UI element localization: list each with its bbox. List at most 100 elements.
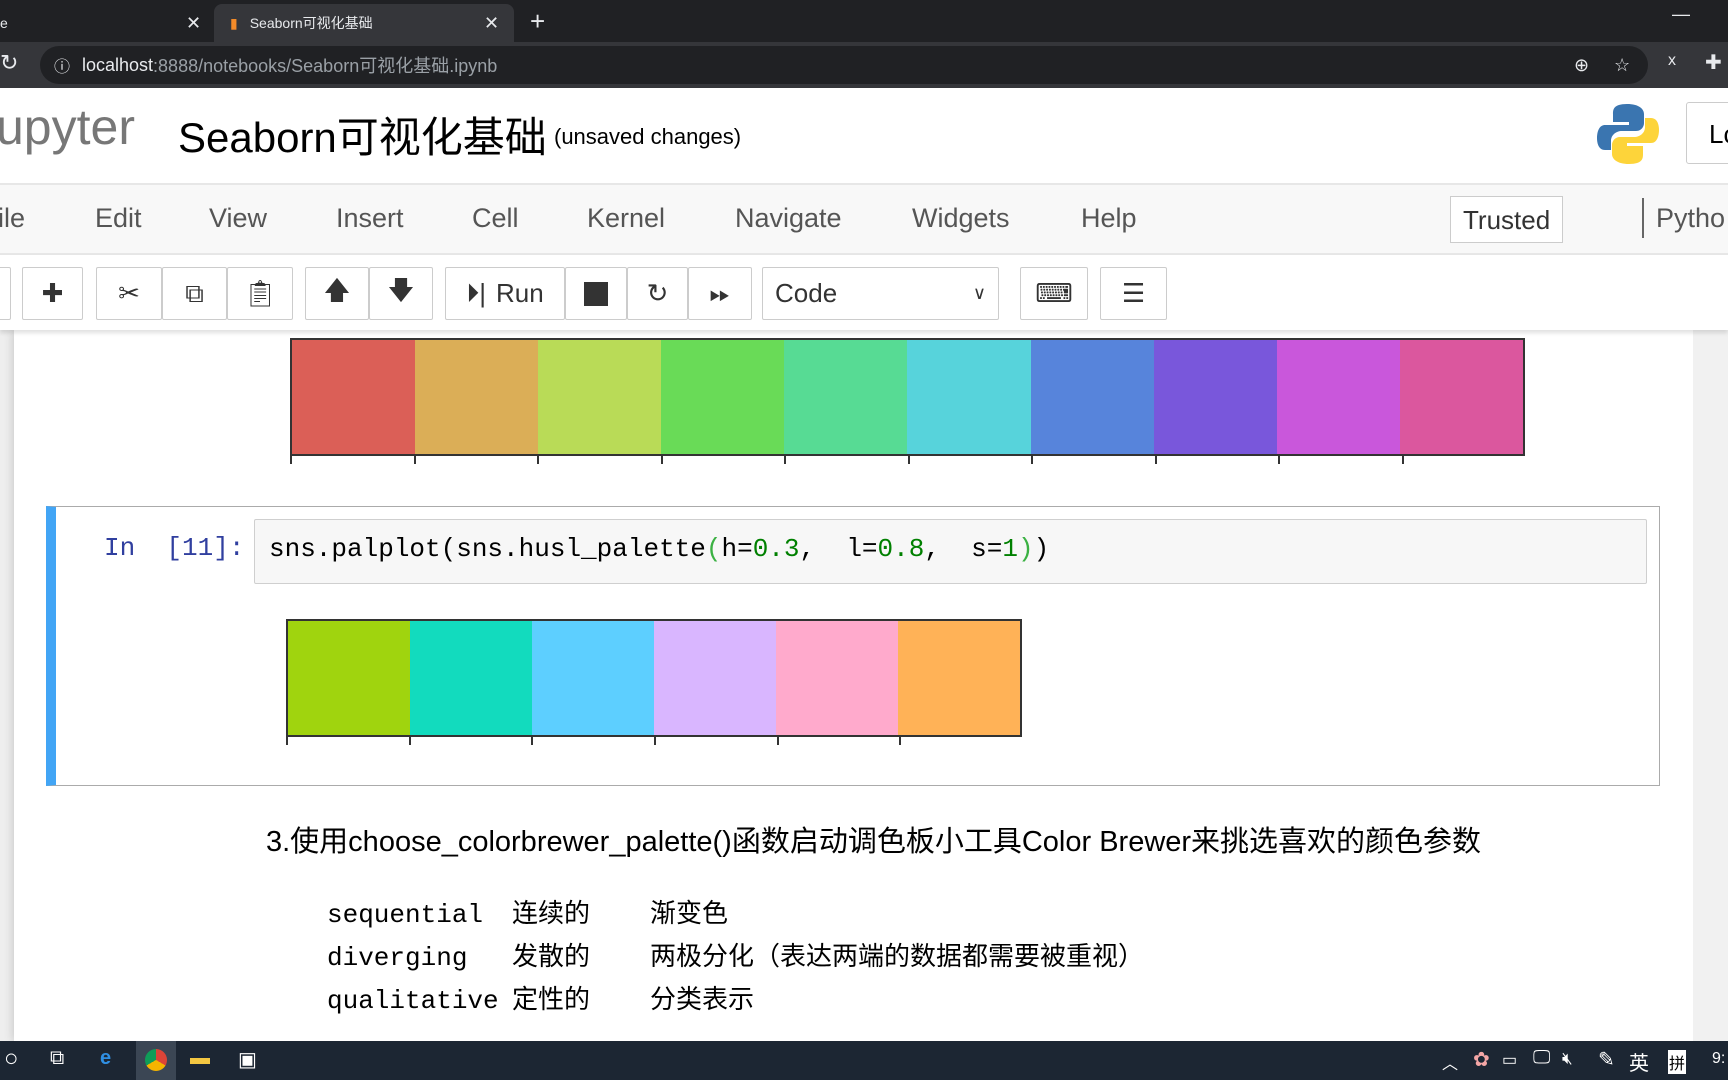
terminal-icon[interactable]: ▣ (238, 1047, 257, 1072)
axis-tick (907, 456, 910, 464)
list-item: diverging 发散的 两极分化（表达两端的数据都需要被重视） (327, 936, 1144, 979)
menu-insert[interactable]: Insert (336, 203, 404, 234)
move-down-button[interactable]: 🡇 (369, 267, 433, 320)
paste-button[interactable]: 📋︎ (227, 267, 293, 320)
chrome-icon (145, 1049, 167, 1071)
axis-tick (660, 456, 663, 464)
close-tab-icon[interactable]: ✕ (484, 13, 499, 34)
palette-swatch (1276, 340, 1400, 454)
restart-run-all-button[interactable]: ⏩︎ (688, 267, 752, 320)
insert-cell-button[interactable]: ✚ (22, 267, 83, 320)
axis-tick (1278, 456, 1280, 464)
trusted-indicator[interactable]: Trusted (1450, 196, 1563, 243)
page-scrollbar[interactable] (1693, 330, 1728, 1041)
fast-forward-icon: ⏩︎ (709, 277, 731, 308)
palette-swatches (290, 338, 1525, 456)
palette-swatch (784, 340, 908, 454)
term: sequential (327, 900, 499, 930)
arrow-up-icon: 🡅 (323, 274, 351, 305)
restart-button[interactable]: ↻ (627, 267, 688, 320)
cut-button[interactable]: ✂ (96, 267, 162, 320)
volume-muted-icon[interactable]: 🔇︎ (1562, 1049, 1573, 1069)
ime-language[interactable]: 英 (1629, 1047, 1649, 1076)
axis-tick (537, 456, 539, 464)
battery-icon[interactable]: ▭ (1502, 1050, 1517, 1070)
kernel-indicator: Pytho (1656, 203, 1726, 233)
reload-icon[interactable]: ↻ (0, 50, 18, 76)
task-view-icon[interactable]: ⧉ (50, 1047, 64, 1070)
browser-tab-active[interactable]: ▮ Seaborn可视化基础 ✕ (214, 4, 514, 42)
palette-swatch (288, 621, 410, 735)
cell-type-select[interactable]: Code ∨ (762, 267, 999, 320)
palette-output (286, 619, 1022, 745)
file-explorer-icon[interactable]: ▬ (190, 1047, 210, 1070)
ime-mode[interactable]: 拼 (1668, 1050, 1687, 1074)
palette-swatch (538, 340, 662, 454)
code-token: 1 (1002, 534, 1018, 564)
app-tray-icon[interactable]: ✿ (1473, 1047, 1490, 1072)
palette-swatch (654, 621, 776, 735)
palette-swatch (1153, 340, 1277, 454)
url-path: :8888/notebooks/Seaborn可视化基础.ipynb (153, 56, 498, 76)
axis-tick (784, 456, 786, 464)
bookmark-star-icon[interactable]: ☆ (1614, 55, 1630, 76)
term: diverging (327, 943, 499, 973)
command-palette-button[interactable]: ⌨ (1020, 267, 1088, 320)
network-icon[interactable]: 🖵︎ (1533, 1047, 1550, 1068)
interrupt-button[interactable] (565, 267, 627, 320)
run-button[interactable]: ⏵︎| Run (445, 267, 565, 320)
code-token: 0.3 (752, 534, 800, 564)
toc-button[interactable]: ☰ (1100, 267, 1167, 320)
chevron-down-icon: ∨ (972, 283, 986, 303)
move-up-button[interactable]: 🡅 (305, 267, 369, 320)
pen-icon[interactable]: ✎ (1598, 1047, 1615, 1072)
menu-kernel[interactable]: Kernel (587, 203, 665, 234)
tray-chevron-icon[interactable]: ︿ (1442, 1050, 1458, 1074)
zoom-icon[interactable]: ⊕ (1574, 55, 1589, 76)
list-item: qualitative 定性的 分类表示 (327, 979, 1144, 1022)
code-input[interactable]: sns.palplot(sns.husl_palette(h=0.3, l=0.… (254, 519, 1647, 584)
menu-view[interactable]: View (209, 203, 267, 234)
palette-swatch (1030, 340, 1154, 454)
minimize-icon[interactable]: — (1672, 4, 1690, 25)
save-button[interactable] (0, 267, 11, 320)
url-input[interactable]: ⓘ localhost:8888/notebooks/Seaborn可视化基础.… (40, 46, 1648, 84)
edge-icon[interactable]: e (100, 1047, 111, 1070)
copy-button[interactable]: ⧉ (162, 267, 227, 320)
close-tab-icon[interactable]: ✕ (186, 13, 201, 34)
code-cell-selected[interactable]: In [11]: sns.palplot(sns.husl_palette(h=… (46, 506, 1660, 786)
notebook-title[interactable]: Seaborn可视化基础 (178, 104, 547, 165)
cell-type-value: Code (775, 278, 838, 308)
axis-tick (290, 456, 292, 464)
info-icon[interactable]: ⓘ (54, 53, 70, 77)
list-item: sequential 连续的 渐变色 (327, 893, 1144, 936)
markdown-heading: 3.使用choose_colorbrewer_palette()函数启动调色板小… (266, 826, 1482, 858)
chrome-taskbar-button[interactable] (136, 1041, 176, 1080)
menu-file[interactable]: ile (0, 203, 25, 234)
jupyter-logo[interactable]: upyter (0, 98, 135, 156)
browser-tab-bar: e ✕ ▮ Seaborn可视化基础 ✕ + — (0, 0, 1728, 42)
plus-icon: ✚ (41, 278, 64, 308)
clock[interactable]: 9: (1712, 1050, 1725, 1068)
login-button[interactable]: Lo (1686, 102, 1728, 164)
browser-tab[interactable]: e ✕ (0, 4, 210, 42)
palette-swatch (532, 621, 654, 735)
menu-cell[interactable]: Cell (472, 203, 519, 234)
menu-widgets[interactable]: Widgets (912, 203, 1010, 234)
menu-help[interactable]: Help (1081, 203, 1137, 234)
extension-icon[interactable]: x (1668, 52, 1676, 70)
palette-swatches (286, 619, 1022, 737)
axis-tick (413, 456, 416, 464)
code-token: , s= (924, 534, 1003, 564)
term-cn: 连续的 (512, 898, 591, 928)
menu-navigate[interactable]: Navigate (735, 203, 842, 234)
term-cn: 发散的 (512, 941, 591, 971)
code-token: , l= (799, 534, 878, 564)
new-tab-icon[interactable]: + (530, 6, 545, 37)
menu-edit[interactable]: Edit (95, 203, 142, 234)
python-logo-icon (1597, 104, 1659, 164)
menu-bar: ile Edit View Insert Cell Kernel Navigat… (0, 185, 1728, 255)
search-circle-icon[interactable]: ○ (4, 1045, 19, 1073)
extensions-puzzle-icon[interactable]: ✚ (1705, 50, 1722, 75)
notebook-header: upyter Seaborn可视化基础 (unsaved changes) Lo (0, 88, 1728, 185)
